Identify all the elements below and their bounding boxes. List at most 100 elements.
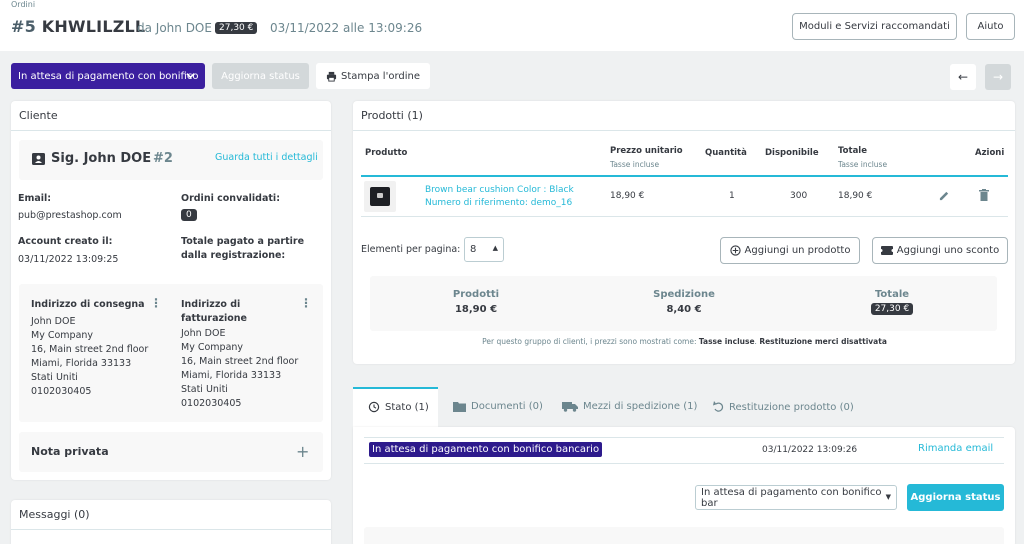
table-row-divider — [361, 216, 1008, 217]
truck-icon — [562, 402, 578, 412]
printer-icon — [326, 71, 337, 82]
col-available: Disponibile — [765, 148, 819, 158]
billing-line: My Company — [181, 342, 244, 353]
summary-products-label: Prodotti — [452, 289, 500, 300]
history-icon — [368, 401, 380, 413]
col-total: Totale Tasse incluse — [838, 146, 887, 169]
col-total-label: Totale — [838, 146, 867, 156]
order-status-select[interactable]: In attesa di pagamento con bonifico — [11, 63, 205, 89]
tab-documents-label: Documenti (0) — [471, 401, 543, 412]
customer-card-title: Cliente — [11, 101, 331, 131]
tab-carriers[interactable]: Mezzi di spedizione (1) — [562, 401, 697, 412]
product-reference: Numero di riferimento: demo_16 — [425, 198, 573, 208]
ticket-icon — [880, 246, 893, 255]
history-status-badge: In attesa di pagamento con bonifico banc… — [369, 442, 603, 457]
select-arrows-icon: ▲ — [492, 244, 498, 252]
shipping-line: Stati Uniti — [31, 372, 78, 383]
billing-line: Miami, Florida 33133 — [181, 370, 282, 381]
product-total: 18,90 € — [838, 191, 873, 201]
product-unit-price: 18,90 € — [610, 191, 645, 201]
add-discount-button[interactable]: Aggiungi uno sconto — [872, 237, 1008, 264]
messages-card: Messaggi (0) — [11, 500, 331, 544]
undo-icon — [713, 401, 724, 412]
customer-name: Sig. John DOE — [51, 151, 152, 166]
billing-address: John DOE My Company 16, Main street 2nd … — [181, 327, 298, 411]
print-order-button[interactable]: Stampa l'ordine — [316, 63, 430, 89]
breadcrumb[interactable]: Ordini — [11, 0, 35, 9]
col-product: Produtto — [365, 148, 408, 158]
order-status-label: In attesa di pagamento con bonifico — [18, 70, 199, 82]
col-unit-price-label: Prezzo unitario — [610, 146, 683, 156]
shipping-line: 16, Main street 2nd floor — [31, 344, 149, 355]
products-card-title: Prodotti (1) — [353, 101, 1015, 131]
note-returns: Restituzione merci disattivata — [759, 337, 887, 346]
product-thumbnail — [364, 181, 396, 212]
history-date: 03/11/2022 13:09:26 — [762, 445, 858, 455]
billing-address-menu-icon[interactable]: ⋮ — [300, 297, 312, 309]
summary-products: Prodotti 18,90 € — [420, 289, 532, 315]
note-taxes: Tasse incluse — [698, 337, 755, 346]
update-status-button[interactable]: Aggiorna status — [212, 63, 309, 89]
billing-line: Stati Uniti — [181, 384, 228, 395]
validated-orders-count: 0 — [181, 209, 197, 221]
next-order-button[interactable]: → — [985, 64, 1011, 90]
shipping-address-menu-icon[interactable]: ⋮ — [150, 297, 162, 309]
validated-orders-label: Ordini convalidati: — [181, 193, 280, 204]
customer-details-link[interactable]: Guarda tutti i dettagli — [215, 152, 318, 163]
resend-email-link[interactable]: Rimanda email — [918, 443, 993, 454]
new-status-select[interactable]: In attesa di pagamento con bonifico bar … — [695, 485, 897, 510]
trash-icon[interactable] — [979, 189, 989, 201]
folder-icon — [453, 402, 466, 412]
summary-products-value: 18,90 € — [454, 304, 498, 315]
product-quantity: 1 — [729, 191, 735, 201]
col-unit-price-sub: Tasse incluse — [610, 160, 660, 169]
note-prefix: Per questo gruppo di clienti, i prezzi s… — [482, 337, 699, 346]
shipping-address-title: Indirizzo di consegna — [31, 299, 145, 310]
summary-total-label: Totale — [874, 289, 910, 300]
account-created-label: Account creato il: — [18, 236, 113, 247]
tab-returns-label: Restituzione prodotto (0) — [729, 401, 854, 413]
previous-order-button[interactable]: ← — [950, 64, 976, 90]
help-button[interactable]: Aiuto — [966, 13, 1015, 40]
total-paid-label: Totale pagato a partire dalla registrazi… — [181, 236, 305, 261]
shipping-line: Miami, Florida 33133 — [31, 358, 132, 369]
billing-line: 16, Main street 2nd floor — [181, 356, 299, 367]
plus-circle-icon — [729, 245, 741, 256]
col-total-sub: Tasse incluse — [838, 160, 888, 169]
table-header-divider — [361, 175, 1008, 177]
account-created-value: 03/11/2022 13:09:25 — [18, 254, 119, 265]
per-page-select[interactable]: 8 ▲ — [464, 237, 504, 262]
recommended-modules-button[interactable]: Moduli e Servizi raccomandati — [792, 13, 957, 40]
summary-shipping: Spedizione 8,40 € — [628, 289, 740, 315]
chevron-down-icon — [186, 73, 195, 79]
product-available: 300 — [790, 191, 808, 201]
billing-address-title: Indirizzo di fatturazione — [181, 299, 248, 324]
col-actions: Azioni — [975, 148, 1005, 158]
customer-id: #2 — [153, 151, 173, 166]
update-status-submit-button[interactable]: Aggiorna status — [907, 484, 1004, 511]
add-product-button[interactable]: Aggiungi un prodotto — [720, 237, 860, 264]
tab-status-label: Stato (1) — [385, 401, 429, 413]
product-name-link[interactable]: Brown bear cushion Color : Black — [425, 184, 574, 197]
edit-pencil-icon[interactable] — [939, 190, 950, 201]
add-discount-label: Aggiungi uno sconto — [896, 245, 1000, 256]
email-label: Email: — [18, 193, 52, 204]
shipping-line: 0102030405 — [31, 386, 92, 397]
add-note-icon[interactable]: + — [296, 442, 309, 461]
arrow-left-icon: ← — [957, 70, 969, 84]
private-note-title: Nota privata — [31, 445, 109, 458]
shipping-address: John DOE My Company 16, Main street 2nd … — [31, 315, 148, 399]
tab-status-content: Stato (1) — [368, 401, 429, 413]
arrow-right-icon: → — [992, 70, 1004, 84]
tab-carriers-label: Mezzi di spedizione (1) — [583, 401, 698, 412]
order-date: 03/11/2022 alle 13:09:26 — [270, 21, 423, 35]
per-page-value: 8 — [470, 244, 477, 255]
shipping-line: John DOE — [31, 316, 76, 327]
summary-shipping-value: 8,40 € — [666, 304, 702, 315]
customer-email-link[interactable]: pub@prestashop.com — [18, 209, 122, 223]
tab-returns[interactable]: Restituzione prodotto (0) — [713, 401, 854, 413]
billing-line: 0102030405 — [181, 398, 242, 409]
tab-documents[interactable]: Documenti (0) — [453, 401, 543, 412]
order-total-badge: 27,30 € — [215, 22, 258, 34]
order-customer: da John DOE — [137, 21, 212, 35]
